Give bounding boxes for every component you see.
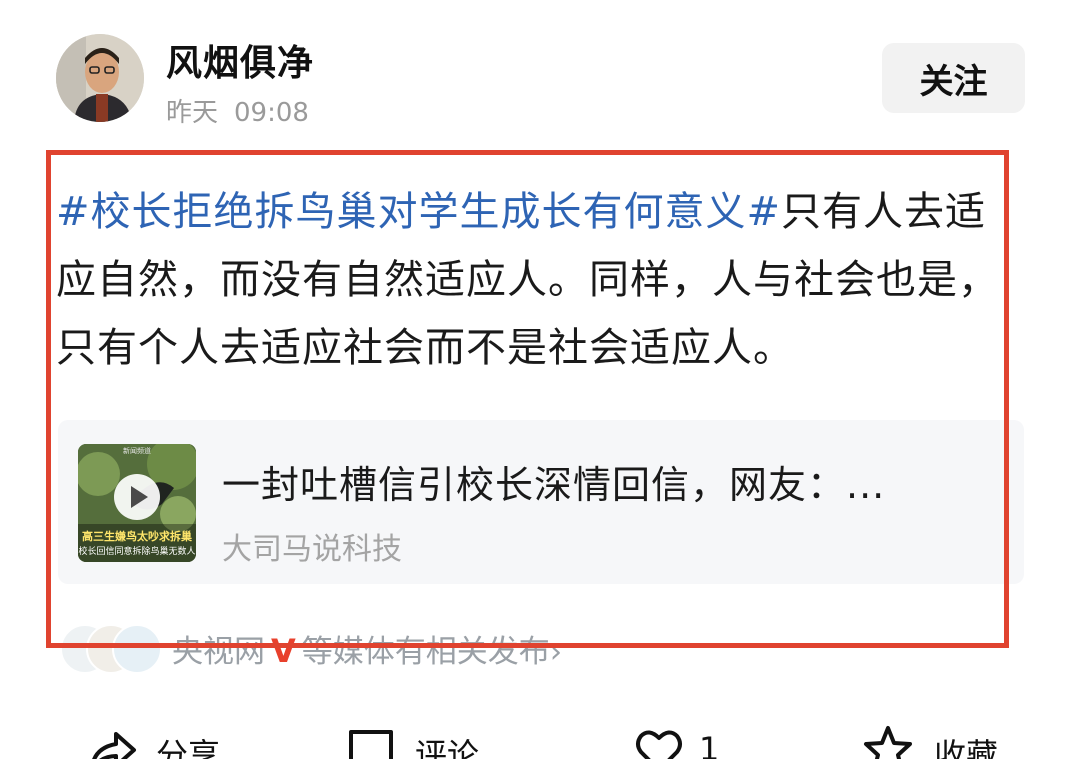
post-time-day: 昨天 — [166, 98, 219, 128]
star-icon — [864, 726, 912, 759]
thumbnail-caption-main: 高三生嫌鸟太吵求拆巢 — [82, 530, 192, 543]
author-name[interactable]: 风烟俱净 — [166, 34, 314, 86]
post-text: #校长拒绝拆鸟巢对学生成长有何意义#只有人去适应自然，而没有自然适应人。同样，人… — [56, 178, 1026, 382]
video-link-card[interactable]: 新闻频道 高三生嫌鸟太吵求拆巢 校长回信同意拆除鸟巢无数人 一封吐槽信引校长深情… — [58, 420, 1024, 584]
post-page: 风烟俱净 昨天 09:08 关注 #校长拒绝拆鸟巢对学生成长有何意义#只有人去适应… — [0, 0, 1080, 759]
post-hashtag-link[interactable]: #校长拒绝拆鸟巢对学生成长有何意义# — [56, 189, 781, 235]
like-count: 1 — [699, 730, 720, 759]
chevron-right-icon: › — [549, 634, 563, 670]
media-logo-icon — [112, 624, 162, 674]
post-time: 昨天 09:08 — [166, 92, 309, 129]
media-source-name: 央视网 — [172, 634, 265, 670]
avatar-image — [56, 34, 144, 122]
play-icon[interactable] — [114, 474, 160, 520]
thumbnail-caption-sub: 校长回信同意拆除鸟巢无数人 — [78, 547, 196, 557]
share-icon — [92, 732, 136, 759]
video-thumbnail[interactable]: 新闻频道 高三生嫌鸟太吵求拆巢 校长回信同意拆除鸟巢无数人 — [78, 444, 196, 562]
media-source-text[interactable]: 央视网 V 等媒体有相关发布› — [172, 626, 562, 671]
collect-label: 收藏 — [934, 736, 999, 759]
media-source-line[interactable]: 央视网 V 等媒体有相关发布› — [60, 620, 760, 674]
post-time-clock: 09:08 — [234, 98, 309, 128]
link-card-title[interactable]: 一封吐槽信引校长深情回信，网友：... — [222, 454, 885, 509]
follow-button[interactable]: 关注 — [882, 43, 1025, 113]
media-source-suffix: 等媒体有相关发布 — [301, 634, 550, 670]
comment-label: 评论 — [415, 736, 480, 759]
author-avatar[interactable] — [56, 34, 144, 122]
heart-icon — [636, 730, 682, 759]
verified-icon: V — [271, 632, 296, 670]
thumbnail-top-text: 新闻频道 — [123, 447, 151, 455]
share-label: 分享 — [156, 736, 221, 759]
comment-icon — [349, 730, 393, 759]
link-card-source: 大司马说科技 — [222, 532, 402, 567]
